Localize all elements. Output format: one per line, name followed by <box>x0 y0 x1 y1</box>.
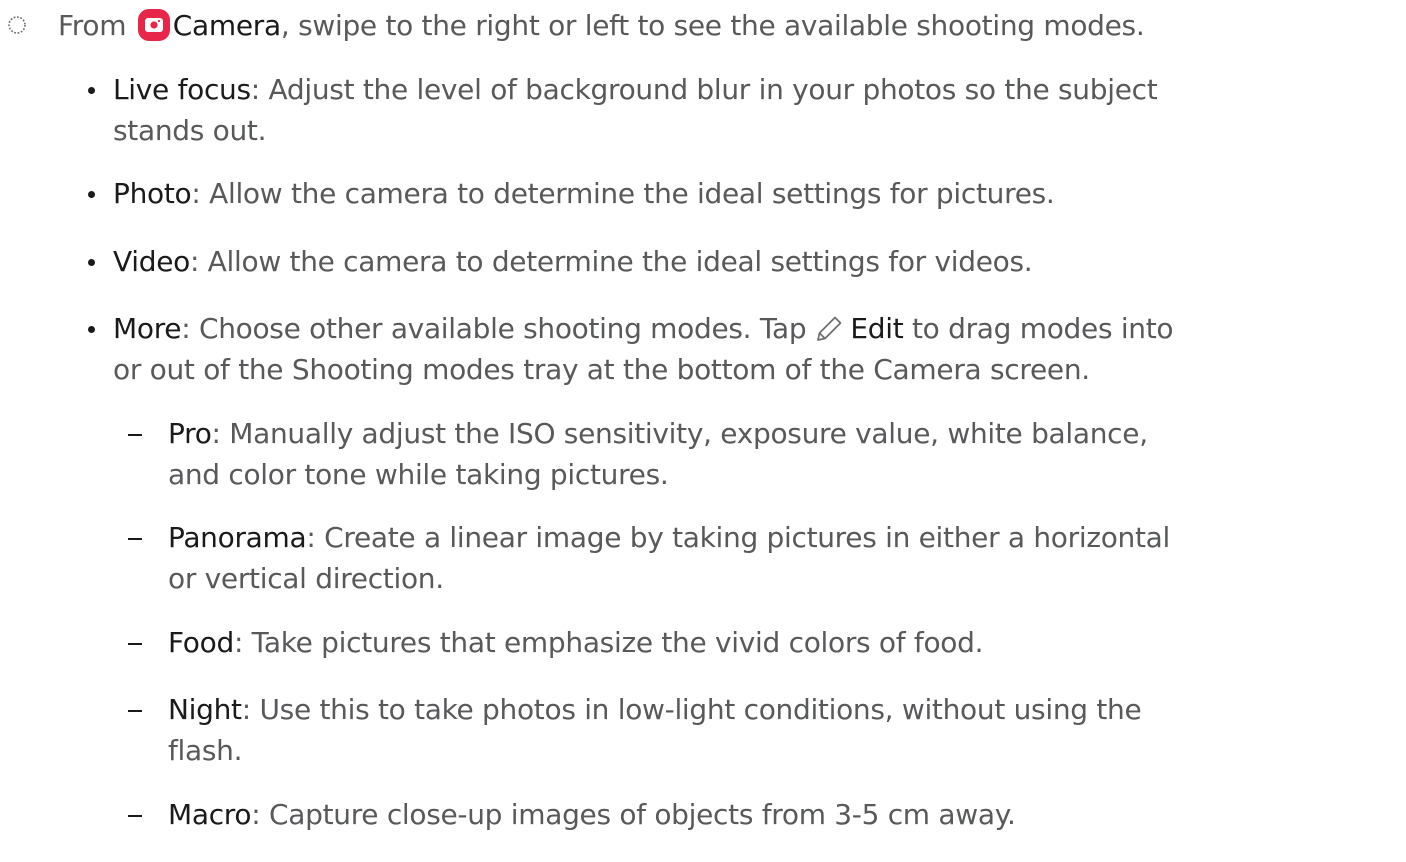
mode-description: : Allow the camera to determine the idea… <box>191 177 1055 210</box>
mode-term: Live focus <box>113 73 251 106</box>
sub-item-night-cont: flash. <box>168 734 243 768</box>
sub-item-pro: Pro: Manually adjust the ISO sensitivity… <box>168 417 1148 451</box>
mode-term: Night <box>168 693 242 726</box>
mode-description: : Choose other available shooting modes.… <box>181 312 807 345</box>
list-item-live-focus-cont: stands out. <box>113 114 267 148</box>
edit-label: Edit <box>850 312 904 345</box>
step-circle-icon <box>8 16 26 34</box>
mode-description-cont: and color tone while taking pictures. <box>168 458 669 491</box>
mode-description-end: to drag modes into <box>903 312 1174 345</box>
dash-bullet-icon <box>128 815 142 817</box>
mode-description: : Create a linear image by taking pictur… <box>306 521 1171 554</box>
list-item-video: Video: Allow the camera to determine the… <box>113 245 1033 279</box>
mode-term: Food <box>168 626 234 659</box>
step-instruction: From Camera, swipe to the right or left … <box>58 8 1145 43</box>
step-prefix: From <box>58 9 127 42</box>
mode-description-cont: stands out. <box>113 114 267 147</box>
list-item-photo: Photo: Allow the camera to determine the… <box>113 177 1055 211</box>
sub-item-panorama-cont: or vertical direction. <box>168 562 444 596</box>
mode-description: : Adjust the level of background blur in… <box>250 73 1158 106</box>
sub-item-food: Food: Take pictures that emphasize the v… <box>168 626 984 660</box>
pencil-icon <box>817 316 842 341</box>
dash-bullet-icon <box>128 538 142 540</box>
sub-item-panorama: Panorama: Create a linear image by takin… <box>168 521 1170 555</box>
bullet-dot-icon <box>88 259 95 266</box>
list-item-more-cont: or out of the Shooting modes tray at the… <box>113 353 1090 387</box>
manual-page: From Camera, swipe to the right or left … <box>0 0 1406 862</box>
mode-description: : Take pictures that emphasize the vivid… <box>233 626 984 659</box>
list-item-live-focus: Live focus: Adjust the level of backgrou… <box>113 73 1158 107</box>
mode-term: Panorama <box>168 521 307 554</box>
mode-term: Photo <box>113 177 192 210</box>
mode-description: : Allow the camera to determine the idea… <box>189 245 1033 278</box>
sub-item-night: Night: Use this to take photos in low-li… <box>168 693 1142 727</box>
list-item-more: More: Choose other available shooting mo… <box>113 312 1174 346</box>
bullet-dot-icon <box>88 191 95 198</box>
mode-term: Pro <box>168 417 212 450</box>
step-suffix: , swipe to the right or left to see the … <box>280 9 1145 42</box>
camera-app-icon <box>137 9 170 41</box>
bullet-dot-icon <box>88 326 95 333</box>
mode-term: Macro <box>168 798 252 831</box>
mode-description: : Manually adjust the ISO sensitivity, e… <box>211 417 1149 450</box>
sub-item-pro-cont: and color tone while taking pictures. <box>168 458 669 492</box>
mode-term: Video <box>113 245 190 278</box>
dash-bullet-icon <box>128 710 142 712</box>
camera-app-name: Camera <box>172 9 281 42</box>
bullet-dot-icon <box>88 87 95 94</box>
dash-bullet-icon <box>128 434 142 436</box>
mode-description: : Capture close-up images of objects fro… <box>251 798 1016 831</box>
mode-description-cont: or vertical direction. <box>168 562 444 595</box>
mode-term: More <box>113 312 182 345</box>
dash-bullet-icon <box>128 643 142 645</box>
mode-description-cont: or out of the Shooting modes tray at the… <box>113 353 1090 386</box>
sub-item-macro: Macro: Capture close-up images of object… <box>168 798 1016 832</box>
mode-description-cont: flash. <box>168 734 243 767</box>
mode-description: : Use this to take photos in low-light c… <box>241 693 1142 726</box>
